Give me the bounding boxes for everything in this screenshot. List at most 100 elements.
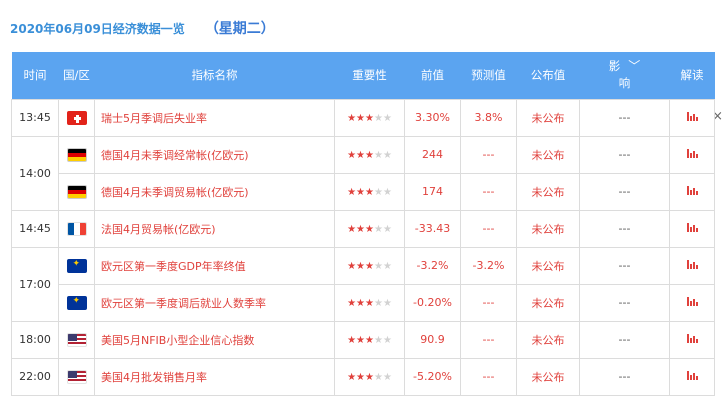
impact-cell: --- — [579, 98, 670, 137]
impact-cell: --- — [579, 246, 670, 285]
forecast-cell: --- — [460, 209, 517, 248]
col-time: 时间 — [11, 52, 59, 99]
importance-cell: ★★★★★ — [334, 98, 405, 137]
analysis-cell[interactable] — [669, 209, 715, 248]
impact-cell: --- — [579, 320, 670, 359]
bar-chart-icon[interactable] — [686, 149, 698, 158]
indicator-link[interactable]: 欧元区第一季度GDP年率终值 — [94, 246, 335, 285]
actual-cell: 未公布 — [516, 98, 580, 137]
indicator-link[interactable]: 德国4月未季调贸易帐(亿欧元) — [94, 172, 335, 211]
importance-cell: ★★★★★ — [334, 209, 405, 248]
table-row: 14:00 德国4月未季调经常帐(亿欧元) ★★★★★ 244 --- 未公布 … — [11, 135, 715, 211]
bar-chart-icon[interactable] — [686, 297, 698, 306]
flag-cell — [58, 98, 95, 137]
flag-cell — [58, 135, 95, 174]
previous-cell: -5.20% — [404, 357, 461, 396]
indicator-link[interactable]: 德国4月未季调经常帐(亿欧元) — [94, 135, 335, 174]
impact-cell: --- — [579, 172, 670, 211]
star-rating: ★★★★★ — [347, 335, 392, 346]
col-indicator: 指标名称 — [94, 52, 335, 99]
actual-cell: 未公布 — [516, 357, 580, 396]
forecast-cell: -3.2% — [460, 246, 517, 285]
impact-label-top: 影 — [608, 59, 621, 74]
analysis-cell[interactable] — [669, 246, 715, 285]
impact-cell: --- — [579, 135, 670, 174]
analysis-cell[interactable] — [669, 320, 715, 359]
star-rating: ★★★★★ — [347, 150, 392, 161]
analysis-cell[interactable] — [669, 283, 715, 322]
col-actual: 公布值 — [516, 52, 580, 99]
previous-cell: -33.43 — [404, 209, 461, 248]
eu-flag-icon — [66, 295, 87, 310]
indicator-link[interactable]: 瑞士5月季调后失业率 — [94, 98, 335, 137]
indicator-link[interactable]: 法国4月贸易帐(亿欧元) — [94, 209, 335, 248]
actual-cell: 未公布 — [516, 283, 580, 322]
star-rating: ★★★★★ — [347, 298, 392, 309]
forecast-cell: --- — [460, 357, 517, 396]
page-title: 2020年06月09日经济数据一览 （星期二） — [10, 18, 275, 38]
flag-cell — [58, 357, 95, 396]
germany-flag-icon — [66, 147, 87, 162]
indicator-link[interactable]: 美国5月NFIB小型企业信心指数 — [94, 320, 335, 359]
importance-cell: ★★★★★ — [334, 135, 405, 174]
forecast-cell: 3.8% — [460, 98, 517, 137]
table-row: 22:00 美国4月批发销售月率 ★★★★★ -5.20% --- 未公布 --… — [11, 357, 715, 396]
analysis-cell[interactable] — [669, 172, 715, 211]
analysis-cell[interactable] — [669, 357, 715, 396]
table-row: 德国4月未季调贸易帐(亿欧元) ★★★★★ 174 --- 未公布 --- — [12, 172, 715, 211]
table-row: 17:00 欧元区第一季度GDP年率终值 ★★★★★ -3.2% -3.2% 未… — [11, 246, 715, 322]
col-impact[interactable]: 影 ﹀ 响 — [579, 52, 670, 99]
chevron-down-icon[interactable]: ﹀ — [628, 58, 640, 75]
importance-cell: ★★★★★ — [334, 283, 405, 322]
table-header-row: 时间 国/区 指标名称 重要性 前值 预测值 公布值 影 ﹀ 响 解读 — [11, 52, 715, 99]
actual-cell: 未公布 — [516, 320, 580, 359]
flag-cell — [58, 172, 95, 211]
analysis-cell[interactable] — [669, 135, 715, 174]
economic-calendar-table: 时间 国/区 指标名称 重要性 前值 预测值 公布值 影 ﹀ 响 解读 13:45… — [11, 52, 715, 396]
bar-chart-icon[interactable] — [686, 186, 698, 195]
table-row: 18:00 美国5月NFIB小型企业信心指数 ★★★★★ 90.9 --- 未公… — [11, 320, 715, 359]
time-cell: 14:45 — [11, 209, 59, 248]
bar-chart-icon[interactable] — [686, 223, 698, 232]
flag-cell — [58, 209, 95, 248]
star-rating: ★★★★★ — [347, 372, 392, 383]
analysis-cell[interactable] — [669, 98, 715, 137]
impact-cell: --- — [579, 209, 670, 248]
usa-flag-icon — [66, 369, 87, 384]
col-previous: 前值 — [404, 52, 461, 99]
weekday-label: （星期二） — [204, 21, 275, 37]
previous-cell: -0.20% — [404, 283, 461, 322]
date-title: 2020年06月09日经济数据一览 — [10, 22, 185, 36]
col-importance: 重要性 — [334, 52, 405, 99]
usa-flag-icon — [66, 332, 87, 347]
eu-flag-icon — [66, 258, 87, 273]
previous-cell: 90.9 — [404, 320, 461, 359]
bar-chart-icon[interactable] — [686, 260, 698, 269]
impact-cell: --- — [579, 283, 670, 322]
bar-chart-icon[interactable] — [686, 334, 698, 343]
indicator-link[interactable]: 欧元区第一季度调后就业人数季率 — [94, 283, 335, 322]
impact-cell: --- — [579, 357, 670, 396]
actual-cell: 未公布 — [516, 209, 580, 248]
previous-cell: 244 — [404, 135, 461, 174]
importance-cell: ★★★★★ — [334, 320, 405, 359]
flag-cell — [58, 283, 95, 322]
time-cell: 18:00 — [11, 320, 59, 359]
time-cell: 22:00 — [11, 357, 59, 396]
importance-cell: ★★★★★ — [334, 172, 405, 211]
time-cell: 17:00 — [11, 246, 59, 322]
table-row: 13:45 瑞士5月季调后失业率 ★★★★★ 3.30% 3.8% 未公布 --… — [11, 98, 715, 137]
forecast-cell: --- — [460, 320, 517, 359]
flag-cell — [58, 246, 95, 285]
col-forecast: 预测值 — [460, 52, 517, 99]
bar-chart-icon[interactable] — [686, 112, 698, 121]
france-flag-icon — [66, 221, 87, 236]
impact-label-bottom: 响 — [618, 76, 631, 91]
actual-cell: 未公布 — [516, 135, 580, 174]
switzerland-flag-icon — [66, 110, 87, 125]
forecast-cell: --- — [460, 172, 517, 211]
bar-chart-icon[interactable] — [686, 371, 698, 380]
importance-cell: ★★★★★ — [334, 246, 405, 285]
time-cell: 14:00 — [11, 135, 59, 211]
indicator-link[interactable]: 美国4月批发销售月率 — [94, 357, 335, 396]
